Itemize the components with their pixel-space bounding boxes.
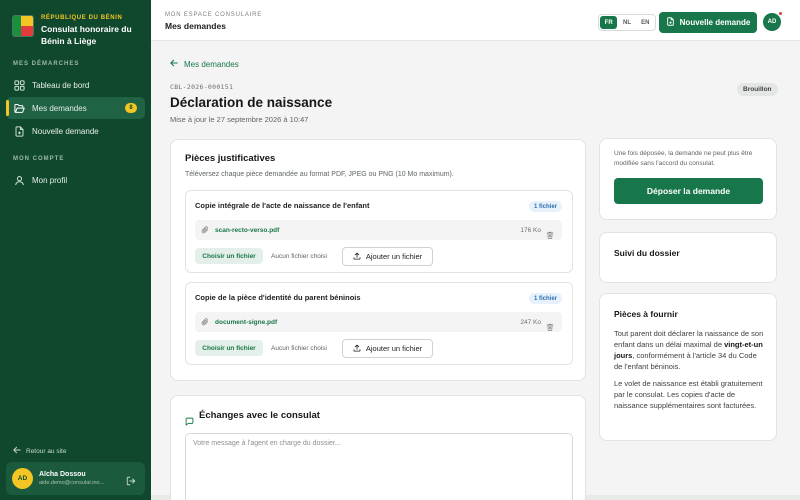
sidebar-item-label: Mon profil [32, 175, 68, 185]
user-email: aide.demo@consulat.ino... [39, 480, 105, 486]
submit-note: Une fois déposée, la demande ne peut plu… [614, 150, 753, 167]
upload-icon [353, 344, 361, 354]
add-file-button[interactable]: Ajouter un fichier [342, 339, 433, 358]
nav-section-procedures: MES DÉMARCHES [13, 61, 80, 67]
trash-icon[interactable] [546, 226, 554, 244]
language-switcher: FR NL EN [598, 14, 656, 31]
choose-file-button[interactable]: Choisir un fichier [195, 340, 263, 356]
notification-dot [778, 11, 783, 16]
trash-icon[interactable] [546, 318, 554, 336]
sidebar-item-label: Nouvelle demande [32, 126, 99, 136]
new-document-icon [666, 17, 675, 28]
sidebar: RÉPUBLIQUE DU BÉNIN Consulat honoraire d… [0, 0, 151, 500]
arrow-left-icon [13, 446, 21, 456]
requirements-text: Tout parent doit déclarer la naissance d… [614, 329, 764, 410]
nav-section-account: MON COMPTE [13, 156, 65, 162]
message-textarea[interactable]: Votre message à l'agent en charge du dos… [185, 433, 573, 500]
no-file-label: Aucun fichier choisi [271, 345, 327, 352]
back-to-site-label: Retour au site [26, 447, 67, 455]
topbar: MON ESPACE CONSULAIRE Mes demandes FR NL… [151, 0, 800, 41]
arrow-left-icon [170, 59, 178, 69]
sidebar-item-my-requests[interactable]: Mes demandes 8 [6, 97, 145, 119]
exchanges-card: Échanges avec le consulat Votre message … [170, 395, 586, 500]
submit-request-button[interactable]: Déposer la demande [614, 178, 763, 204]
main-content: Mes demandes CBL-2026-000151 Déclaration… [151, 41, 800, 500]
document-group-birth-certificate: Copie intégrale de l'acte de naissance d… [185, 190, 573, 273]
paperclip-icon [201, 221, 209, 239]
back-to-site-link[interactable]: Retour au site [13, 446, 66, 456]
new-request-button[interactable]: Nouvelle demande [659, 12, 757, 33]
documents-subtitle: Téléversez chaque pièce demandée au form… [185, 171, 454, 178]
new-document-icon [14, 125, 25, 137]
page-heading: Mes demandes [165, 21, 226, 31]
benin-flag-logo [12, 15, 34, 37]
file-count-badge: 1 fichier [528, 293, 562, 304]
user-icon [14, 175, 25, 186]
user-name: Aïcha Dossou [39, 471, 86, 478]
documents-card: Pièces justificatives Téléversez chaque … [170, 139, 586, 381]
sidebar-item-new-request[interactable]: Nouvelle demande [6, 120, 145, 142]
file-count-badge: 1 fichier [528, 201, 562, 212]
tracking-title: Suivi du dossier [614, 248, 680, 258]
back-link-label: Mes demandes [184, 59, 239, 69]
avatar[interactable]: AD [12, 468, 33, 489]
new-request-label: Nouvelle demande [679, 18, 751, 27]
file-name: document-signe.pdf [215, 318, 278, 326]
sidebar-item-profile[interactable]: Mon profil [6, 169, 145, 191]
add-file-button[interactable]: Ajouter un fichier [342, 247, 433, 266]
lang-nl-button[interactable]: NL [618, 16, 635, 29]
requests-count-badge: 8 [125, 103, 137, 113]
brand-country: RÉPUBLIQUE DU BÉNIN [41, 15, 123, 21]
user-card: AD Aïcha Dossou aide.demo@consulat.ino..… [6, 462, 145, 495]
sidebar-item-label: Tableau de bord [32, 80, 90, 90]
add-file-label: Ajouter un fichier [365, 344, 423, 353]
grid-icon [14, 79, 25, 91]
uploaded-file-row[interactable]: scan-recto-verso.pdf 176 Ko [195, 220, 562, 240]
tracking-card: Suivi du dossier [599, 232, 777, 283]
last-updated: Mise à jour le 27 septembre 2026 à 10:47 [170, 115, 309, 124]
file-size: 176 Ko [520, 226, 541, 234]
space-label: MON ESPACE CONSULAIRE [165, 12, 263, 18]
lang-fr-button[interactable]: FR [600, 16, 618, 29]
paperclip-icon [201, 313, 209, 331]
requirements-title: Pièces à fournir [614, 309, 678, 319]
logout-icon[interactable] [126, 473, 136, 491]
back-to-requests-link[interactable]: Mes demandes [170, 59, 239, 69]
add-file-label: Ajouter un fichier [365, 252, 423, 261]
document-group-title: Copie intégrale de l'acte de naissance d… [195, 201, 370, 210]
uploaded-file-row[interactable]: document-signe.pdf 247 Ko [195, 312, 562, 332]
chat-icon [185, 413, 194, 431]
document-group-parent-id: Copie de la pièce d'identité du parent b… [185, 282, 573, 365]
status-badge: Brouillon [737, 83, 778, 96]
choose-file-button[interactable]: Choisir un fichier [195, 248, 263, 264]
submit-card: Une fois déposée, la demande ne peut plu… [599, 138, 777, 220]
request-reference: CBL-2026-000151 [170, 83, 234, 91]
brand[interactable]: RÉPUBLIQUE DU BÉNIN Consulat honoraire d… [12, 15, 139, 47]
documents-title: Pièces justificatives [185, 153, 276, 164]
file-name: scan-recto-verso.pdf [215, 226, 280, 234]
exchanges-title: Échanges avec le consulat [199, 410, 320, 421]
brand-title: Consulat honoraire du Bénin à Liège [41, 24, 132, 46]
sidebar-item-label: Mes demandes [32, 103, 87, 113]
folder-open-icon [14, 103, 25, 114]
lang-en-button[interactable]: EN [637, 16, 654, 29]
sidebar-item-dashboard[interactable]: Tableau de bord [6, 74, 145, 96]
requirements-card: Pièces à fournir Tout parent doit déclar… [599, 293, 777, 441]
file-size: 247 Ko [520, 318, 541, 326]
document-group-title: Copie de la pièce d'identité du parent b… [195, 293, 361, 302]
page-title: Déclaration de naissance [170, 95, 333, 110]
upload-icon [353, 252, 361, 262]
no-file-label: Aucun fichier choisi [271, 253, 327, 260]
